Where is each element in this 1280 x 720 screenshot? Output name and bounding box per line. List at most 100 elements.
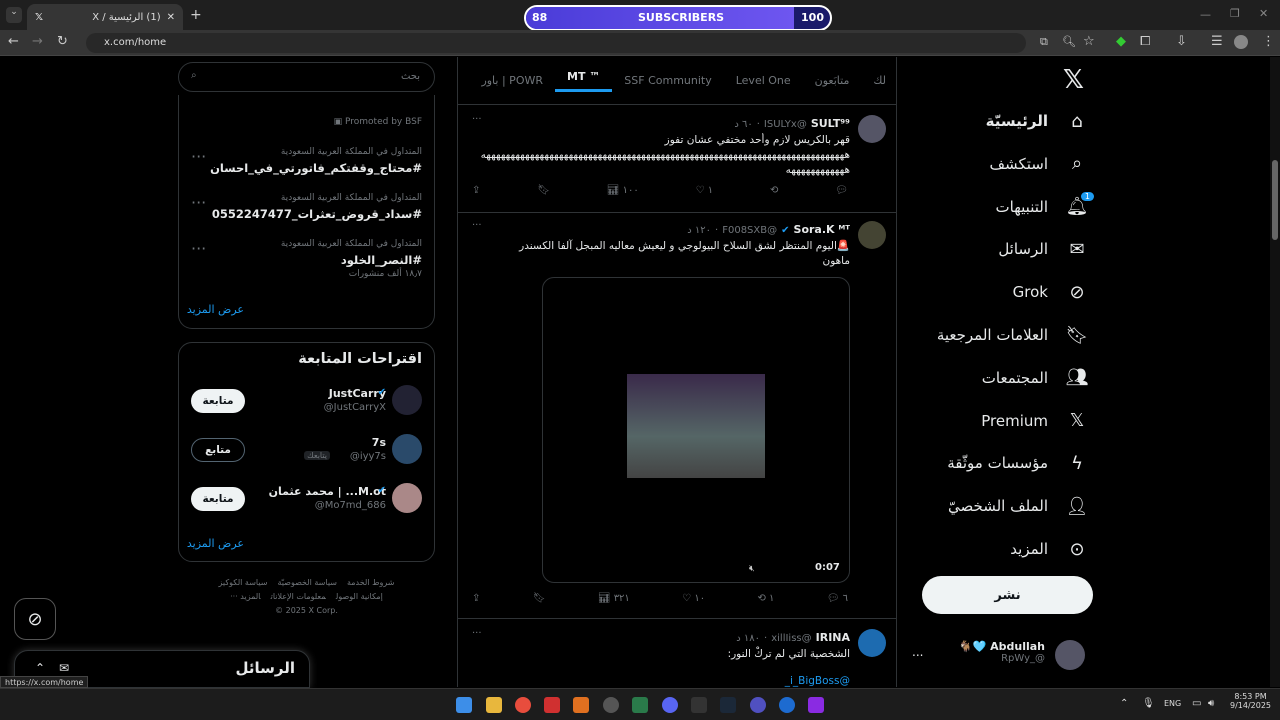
start-icon[interactable] (456, 697, 472, 713)
app-icon[interactable] (750, 697, 766, 713)
nav-item[interactable]: 🔔︎ 1 التنبيهات (996, 187, 1094, 227)
tweet-time[interactable]: ٦٠ د (734, 119, 752, 130)
share-icon[interactable]: ⇪ (472, 185, 480, 196)
tweet-time[interactable]: ١٨٠ د (736, 633, 760, 644)
follow-avatar[interactable] (392, 483, 422, 513)
retweet-button[interactable]: ⟲ ١ (757, 593, 774, 604)
follow-user-name[interactable]: 7s (372, 436, 386, 449)
feed-tab[interactable]: Level One (724, 74, 803, 87)
install-app-icon[interactable]: ⧉ (1040, 35, 1048, 49)
close-tab-icon[interactable]: ✕ (167, 12, 175, 23)
nav-item[interactable]: ⊙ المزيد (1010, 529, 1088, 569)
reload-icon[interactable]: ↻ (57, 34, 68, 49)
new-tab-button[interactable]: + (190, 7, 202, 23)
nav-item[interactable]: 🔖︎ العلامات المرجعية (937, 315, 1089, 355)
x-logo-icon[interactable]: 𝕏 (1063, 65, 1084, 95)
feed-tab[interactable]: SSF Community (612, 74, 723, 87)
follow-show-more[interactable]: عرض المزيد (187, 537, 244, 550)
nav-item[interactable]: ✉ الرسائل (998, 229, 1088, 269)
tweet[interactable]: IRINA @xillIiss · ١٨٠ د ··· الشخصية التي… (458, 619, 896, 687)
app-icon[interactable] (691, 697, 707, 713)
views-count[interactable]: 📊︎ ١٠٠ (607, 185, 639, 196)
tweet-author-name[interactable]: IRINA (816, 631, 850, 644)
trends-show-more[interactable]: عرض المزيد (187, 303, 244, 316)
trend-name[interactable]: #سداد_قروض_تعثرات_0552247477 (212, 207, 422, 221)
tweet-video[interactable]: 🔇︎ 0:07 (542, 277, 850, 583)
nav-item[interactable]: 𝕏 Premium (981, 401, 1088, 441)
tweet[interactable]: Sora.K ᴹᵀ ✔ @F008SXB · ١٢٠ د ··· 🚨اليوم … (458, 213, 896, 619)
volume-icon[interactable]: 🔊︎ (1208, 698, 1214, 709)
reply-button[interactable]: 💬︎ (835, 185, 848, 196)
footer-link[interactable]: سياسة الخصوصيّة (277, 578, 336, 587)
views-count[interactable]: 📊︎ ٣٢١ (598, 593, 630, 604)
back-arrow-icon[interactable]: ← (8, 34, 19, 49)
app-icon[interactable] (632, 697, 648, 713)
bookmark-icon[interactable]: 🔖︎ (533, 593, 546, 604)
nav-item[interactable]: ⌕ استكشف (990, 144, 1088, 184)
tweet-time[interactable]: ١٢٠ د (687, 225, 711, 236)
follow-button[interactable]: متابعة (191, 389, 245, 413)
tweet-avatar[interactable] (858, 221, 886, 249)
bookmark-icon[interactable]: 🔖︎ (537, 185, 550, 196)
follow-button[interactable]: متابع (191, 438, 245, 462)
app-icon[interactable] (779, 697, 795, 713)
share-icon[interactable]: ⇪ (472, 593, 480, 604)
scrollbar-track[interactable] (1270, 57, 1280, 687)
grok-fab-icon[interactable]: ⊘ (14, 598, 56, 640)
minimize-button[interactable]: — (1200, 8, 1211, 21)
clock[interactable]: 8:53 PM 9/14/2025 (1230, 692, 1271, 710)
language-indicator[interactable]: ENG (1164, 699, 1181, 708)
footer-link[interactable]: معلومات الإعلانات (271, 592, 326, 601)
close-window-button[interactable]: ✕ (1259, 7, 1268, 20)
tweet-author-handle[interactable]: @ISULYx (764, 119, 807, 130)
feed-tab[interactable]: لك (861, 74, 896, 87)
zoom-icon[interactable]: 🔍︎ (1062, 35, 1076, 48)
extensions-puzzle-icon[interactable]: ⧠ (1140, 34, 1150, 49)
feed-tab[interactable]: متابَعون (803, 74, 862, 87)
nav-item[interactable]: ⊘ Grok (1013, 272, 1088, 312)
nav-item[interactable]: ϟ مؤسسات موثّقة (947, 443, 1088, 483)
discord-icon[interactable] (662, 697, 678, 713)
like-button[interactable]: ♡ ١ (696, 185, 714, 196)
feed-tab[interactable]: باور | POWR (469, 74, 555, 87)
post-button[interactable]: نشر (922, 576, 1093, 614)
bookmark-star-icon[interactable]: ☆ (1083, 34, 1095, 49)
network-icon[interactable]: ▭ (1192, 698, 1201, 709)
tweet-more-icon[interactable]: ··· (472, 114, 482, 125)
expand-drawer-icon[interactable]: ⌃ (35, 661, 45, 675)
footer-link[interactable]: إمكانية الوصول (336, 592, 383, 601)
mute-icon[interactable]: 🔇︎ (749, 564, 755, 574)
tweet-avatar[interactable] (858, 629, 886, 657)
file-explorer-icon[interactable] (486, 697, 502, 713)
tweet-author-handle[interactable]: @xillIiss (771, 633, 811, 644)
trend-name[interactable]: #محتاج_وقفتكم_فاتورتي_في_احسان (210, 161, 422, 175)
account-switcher[interactable]: Abdullah 🩵🐐 @_RpWy (959, 640, 1045, 664)
browser-tab[interactable]: 𝕏 (1) الرئيسية / X ✕ (27, 4, 183, 30)
app-icon[interactable] (573, 697, 589, 713)
obs-icon[interactable] (603, 697, 619, 713)
new-message-icon[interactable]: ✉ (59, 661, 69, 675)
app-icon[interactable] (808, 697, 824, 713)
tweet[interactable]: SULT⁹⁹ @ISULYx · ٦٠ د ··· قهر بالكريس لا… (458, 105, 896, 213)
maximize-button[interactable]: ❐ (1230, 7, 1240, 20)
follow-avatar[interactable] (392, 434, 422, 464)
downloads-icon[interactable]: ⇩ (1176, 34, 1187, 49)
tab-list-button[interactable]: ⌄ (6, 7, 22, 23)
footer-link[interactable]: شروط الخدمة (347, 578, 395, 587)
tweet-more-icon[interactable]: ··· (472, 220, 482, 231)
extension-icon[interactable]: ◆ (1116, 34, 1126, 49)
chrome-icon[interactable] (515, 697, 531, 713)
trend-name[interactable]: #النصر_الخلود (341, 253, 422, 267)
reply-button[interactable]: 💬︎ ٦ (827, 593, 848, 604)
tweet-author-name[interactable]: Sora.K ᴹᵀ (794, 223, 850, 236)
scrollbar-thumb[interactable] (1272, 160, 1278, 240)
footer-link[interactable]: سياسة الكوكيز (219, 578, 268, 587)
sidebar-icon[interactable]: ☰ (1211, 34, 1223, 49)
steam-icon[interactable] (720, 697, 736, 713)
url-field[interactable]: x.com/home (86, 33, 1026, 53)
tweet-author-handle[interactable]: @F008SXB (722, 225, 777, 236)
forward-arrow-icon[interactable]: → (32, 34, 43, 49)
profile-avatar[interactable] (1234, 35, 1248, 49)
follow-avatar[interactable] (392, 385, 422, 415)
nav-item[interactable]: 👥︎ المجتمعات (982, 358, 1089, 398)
